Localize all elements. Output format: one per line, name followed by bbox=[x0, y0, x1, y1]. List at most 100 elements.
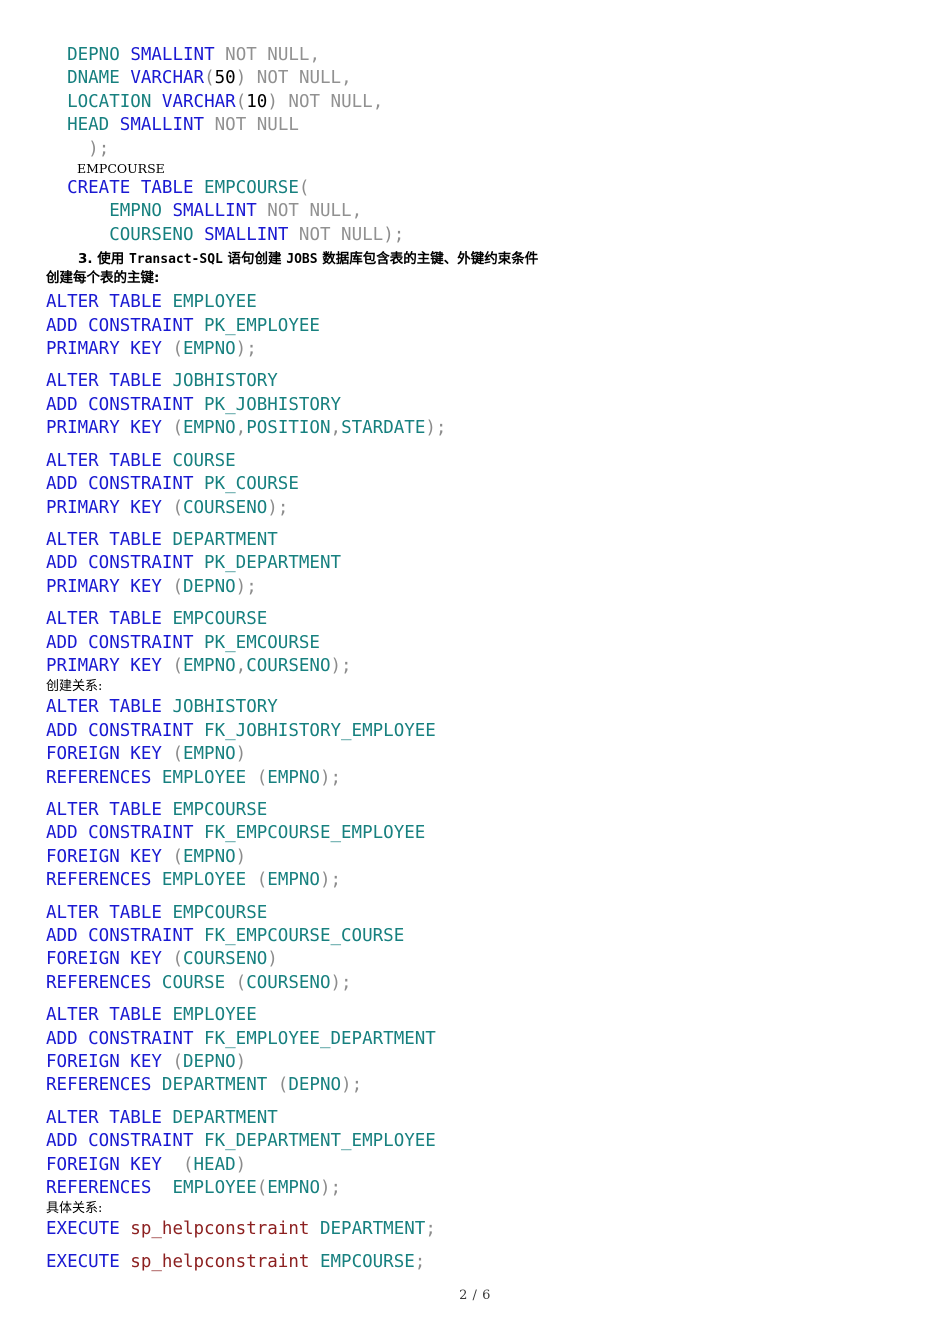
code-token: ADD CONSTRAINT bbox=[46, 394, 205, 415]
code-statement-block: ALTER TABLE EMPLOYEE ADD CONSTRAINT PK_EM… bbox=[46, 291, 906, 361]
code-token: ); bbox=[235, 339, 257, 360]
code-line: ADD CONSTRAINT PK_EMPLOYEE bbox=[46, 315, 906, 338]
code-line: REFERENCES COURSE (COURSENO); bbox=[46, 972, 906, 995]
relations-label: 创建关系: bbox=[46, 679, 103, 695]
code-line: HEAD SMALLINT NOT NULL bbox=[46, 114, 906, 137]
code-line: ALTER TABLE EMPCOURSE bbox=[46, 799, 906, 822]
code-token: ( bbox=[267, 1075, 289, 1096]
code-token: FK_EMPLOYEE_DEPARTMENT bbox=[204, 1028, 436, 1049]
code-line: FOREIGN KEY (DEPNO) bbox=[46, 1051, 906, 1074]
code-token: ( bbox=[225, 972, 247, 993]
code-token: ADD CONSTRAINT bbox=[46, 926, 205, 946]
code-token: STARDATE bbox=[341, 418, 426, 439]
code-token: ADD CONSTRAINT bbox=[46, 1028, 205, 1049]
code-token: , bbox=[330, 418, 342, 439]
code-token: ) bbox=[235, 68, 247, 89]
code-token: ALTER TABLE bbox=[46, 292, 173, 313]
code-token: LOCATION bbox=[67, 91, 152, 112]
code-token: ); bbox=[235, 576, 257, 597]
code-token: sp_helpconstraint bbox=[130, 1219, 310, 1240]
code-token: REFERENCES bbox=[46, 1178, 162, 1199]
code-token: FK_EMPCOURSE_COURSE bbox=[204, 926, 405, 946]
code-token: ALTER TABLE bbox=[46, 609, 173, 630]
code-line: ADD CONSTRAINT PK_JOBHISTORY bbox=[46, 394, 906, 417]
code-token: NOT NULL bbox=[298, 224, 384, 245]
code-line: ADD CONSTRAINT FK_JOBHISTORY_EMPLOYEE bbox=[46, 720, 906, 743]
code-token: ALTER TABLE bbox=[46, 529, 173, 550]
code-token: ALTER TABLE bbox=[46, 697, 173, 718]
code-token: ( bbox=[172, 339, 183, 360]
code-token: REFERENCES bbox=[46, 767, 162, 788]
code-line: PRIMARY KEY (EMPNO); bbox=[46, 338, 906, 361]
code-statement-block: ALTER TABLE EMPLOYEE ADD CONSTRAINT FK_EM… bbox=[46, 1004, 906, 1098]
code-token: COURSENO bbox=[182, 497, 268, 518]
code-token: FOREIGN KEY bbox=[46, 1052, 173, 1073]
code-token: 50 bbox=[214, 68, 236, 89]
code-line: ALTER TABLE EMPCOURSE bbox=[46, 902, 906, 925]
code-token: JOBHISTORY bbox=[172, 371, 278, 392]
code-token: REFERENCES bbox=[46, 1075, 162, 1096]
code-token: NOT NULL, bbox=[225, 45, 320, 65]
code-token: SMALLINT bbox=[119, 115, 205, 136]
code-token: PK_EMPLOYEE bbox=[204, 315, 320, 336]
code-token: JOBHISTORY bbox=[172, 697, 278, 718]
code-statement-block: ALTER TABLE EMPCOURSE ADD CONSTRAINT FK_E… bbox=[46, 799, 906, 893]
code-token: ); bbox=[267, 497, 289, 518]
code-token: FOREIGN KEY bbox=[46, 949, 173, 970]
code-token: ); bbox=[88, 138, 110, 159]
document-page: DEPNO SMALLINT NOT NULL, DNAME VARCHAR(5… bbox=[0, 0, 950, 1344]
code-line: PRIMARY KEY (EMPNO,POSITION,STARDATE); bbox=[46, 417, 906, 440]
code-token: COURSE bbox=[161, 972, 226, 993]
code-token: FK_JOBHISTORY_EMPLOYEE bbox=[204, 720, 436, 741]
code-token: EMPCOURSE bbox=[172, 902, 268, 923]
code-token: PK_COURSE bbox=[204, 474, 299, 495]
code-token: EMPNO bbox=[182, 655, 236, 676]
code-token: CREATE TABLE bbox=[67, 178, 205, 199]
code-token: 10 bbox=[246, 91, 268, 112]
code-token: DEPARTMENT bbox=[172, 529, 278, 550]
code-line: ADD CONSTRAINT FK_EMPLOYEE_DEPARTMENT bbox=[46, 1028, 906, 1051]
code-token: sp_helpconstraint bbox=[130, 1251, 310, 1272]
code-token: ) bbox=[235, 846, 247, 867]
code-token: ( bbox=[235, 91, 247, 112]
code-token: EMPLOYEE bbox=[172, 1005, 257, 1026]
code-line: ADD CONSTRAINT PK_DEPARTMENT bbox=[46, 552, 906, 575]
create-table-empcourse: CREATE TABLE EMPCOURSE( EMPNO SMALLINT N… bbox=[46, 177, 906, 247]
code-token: PRIMARY KEY bbox=[46, 576, 173, 597]
code-token: ALTER TABLE bbox=[46, 371, 173, 392]
code-token: HEAD bbox=[193, 1154, 236, 1175]
code-line: FOREIGN KEY (EMPNO) bbox=[46, 846, 906, 869]
code-token: ) bbox=[267, 91, 278, 112]
code-token: ALTER TABLE bbox=[46, 450, 173, 471]
code-token: ADD CONSTRAINT bbox=[46, 632, 205, 653]
code-token: ( bbox=[298, 178, 310, 199]
code-token: EMPNO bbox=[267, 1178, 320, 1199]
code-token: ); bbox=[319, 1178, 342, 1199]
code-token: REFERENCES bbox=[46, 972, 162, 993]
code-line: CREATE TABLE EMPCOURSE( bbox=[46, 177, 906, 200]
code-token: ); bbox=[383, 224, 405, 245]
code-token: VARCHAR bbox=[161, 91, 236, 112]
code-line: PRIMARY KEY (EMPNO,COURSENO); bbox=[46, 655, 906, 678]
code-token: NOT NULL, bbox=[288, 91, 384, 112]
code-line: ADD CONSTRAINT PK_EMCOURSE bbox=[46, 632, 906, 655]
empcourse-caption: EMPCOURSE bbox=[77, 161, 165, 177]
code-line: ADD CONSTRAINT FK_DEPARTMENT_EMPLOYEE bbox=[46, 1130, 906, 1153]
code-token: DEPNO bbox=[288, 1075, 342, 1096]
code-token: EMPLOYEE bbox=[172, 1178, 257, 1199]
code-token: SMALLINT bbox=[204, 224, 289, 245]
code-token: FOREIGN KEY bbox=[46, 846, 173, 867]
code-token: SMALLINT bbox=[130, 45, 215, 65]
code-token: ( bbox=[172, 497, 183, 518]
code-token: ) bbox=[267, 949, 278, 970]
code-line: ALTER TABLE DEPARTMENT bbox=[46, 529, 906, 552]
